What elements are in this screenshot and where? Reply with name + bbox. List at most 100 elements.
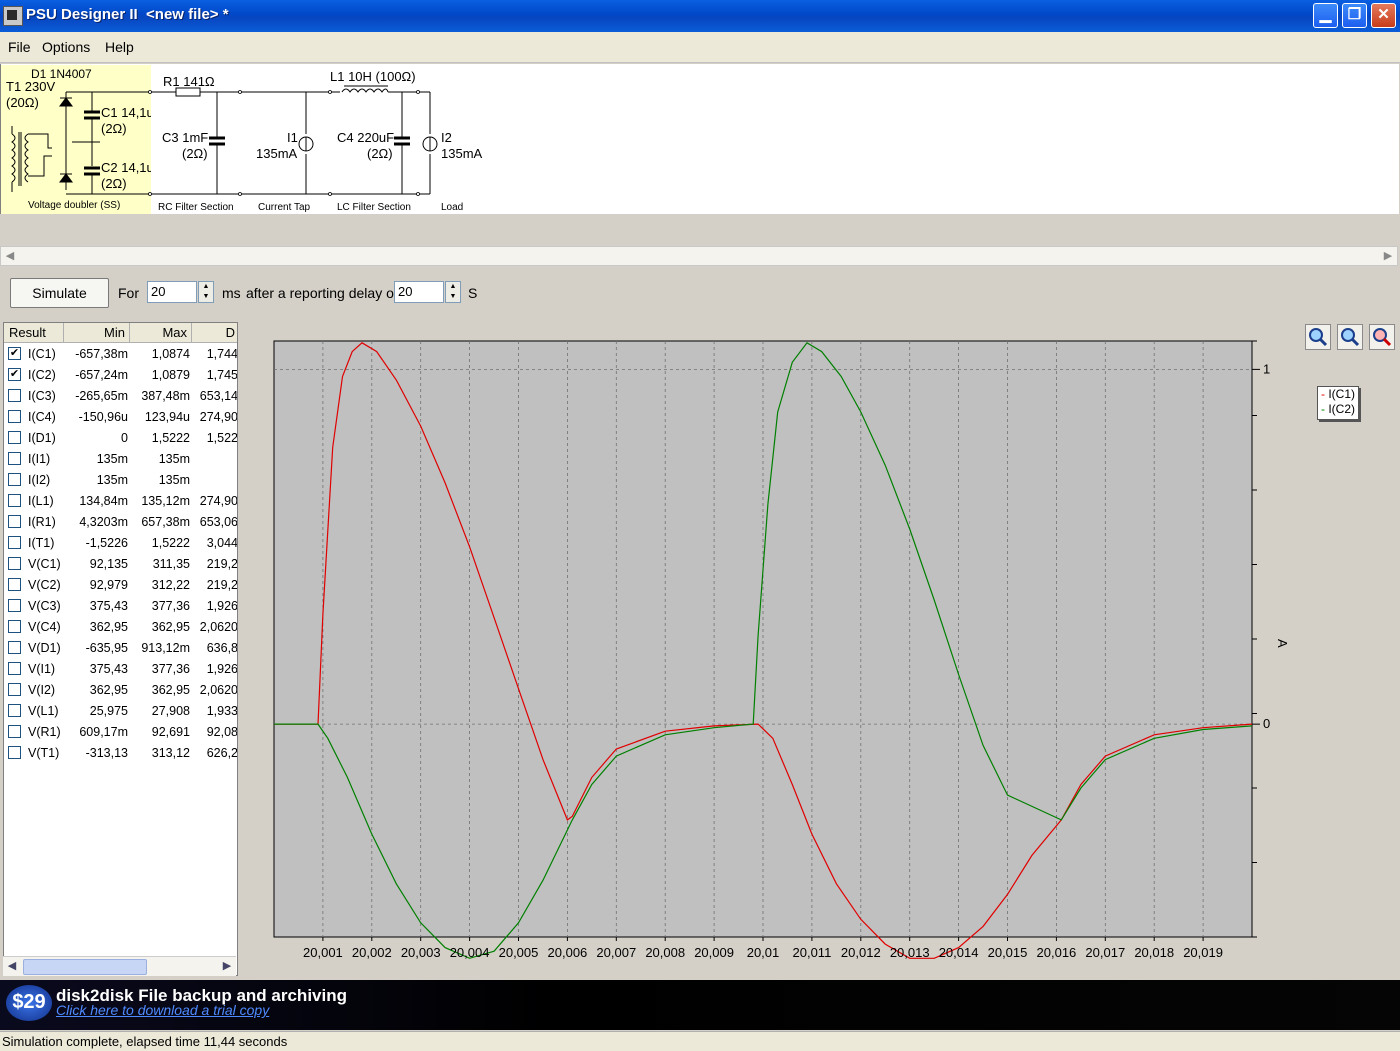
menu-file[interactable]: File <box>8 39 31 55</box>
result-min: 92,135 <box>89 557 128 571</box>
result-row[interactable]: I(C4) -150,96u 123,94u 274,90 <box>4 407 237 428</box>
result-checkbox[interactable]: ✔ <box>8 347 21 360</box>
menu-help[interactable]: Help <box>105 39 134 55</box>
result-checkbox[interactable] <box>8 704 21 717</box>
result-name: I(C3) <box>28 389 56 403</box>
result-name: V(R1) <box>28 725 61 739</box>
result-row[interactable]: V(L1) 25,975 27,908 1,933 <box>4 701 237 722</box>
result-row[interactable]: V(I1) 375,43 377,36 1,926 <box>4 659 237 680</box>
result-checkbox[interactable] <box>8 557 21 570</box>
result-checkbox[interactable] <box>8 515 21 528</box>
section-current-tap[interactable]: Current Tap <box>258 202 310 213</box>
label-t1-r: (20Ω) <box>6 95 39 110</box>
delay-stepper[interactable]: ▲ ▼ <box>445 281 461 303</box>
result-checkbox[interactable] <box>8 410 21 423</box>
section-rc-filter[interactable]: RC Filter Section <box>158 202 234 213</box>
waveform-chart[interactable]: 20,001 20,002 20,003 20,004 20,005 20,006 20,0… <box>240 322 1400 978</box>
chevron-up-icon[interactable]: ▲ <box>199 282 213 292</box>
result-row[interactable]: I(I2) 135m 135m <box>4 470 237 491</box>
chevron-down-icon[interactable]: ▼ <box>446 292 460 302</box>
result-row[interactable]: I(L1) 134,84m 135,12m 274,90 <box>4 491 237 512</box>
result-min: -265,65m <box>75 389 128 403</box>
transformer-primary <box>11 133 16 183</box>
maximize-button[interactable]: ❐ <box>1342 3 1367 28</box>
duration-stepper[interactable]: ▲ ▼ <box>198 281 214 303</box>
result-checkbox[interactable] <box>8 473 21 486</box>
result-min: 25,975 <box>89 704 128 718</box>
result-row[interactable]: V(R1) 609,17m 92,691 92,08 <box>4 722 237 743</box>
scroll-thumb[interactable] <box>23 959 147 975</box>
result-row[interactable]: V(C1) 92,135 311,35 219,2 <box>4 554 237 575</box>
result-min: -635,95 <box>85 641 128 655</box>
result-row[interactable]: V(T1) -313,13 313,12 626,2 <box>4 743 237 764</box>
result-checkbox[interactable] <box>8 578 21 591</box>
ad-download-link[interactable]: Click here to download a trial copy <box>56 1002 269 1018</box>
section-load[interactable]: Load <box>441 202 463 213</box>
delay-input[interactable]: 20 <box>394 281 444 303</box>
result-delta: 2,0620 <box>199 620 238 634</box>
result-name: V(C2) <box>28 578 61 592</box>
result-max: 1,0874 <box>151 347 190 361</box>
simulate-button[interactable]: Simulate <box>10 278 109 308</box>
result-checkbox[interactable] <box>8 746 21 759</box>
result-checkbox[interactable] <box>8 389 21 402</box>
close-button[interactable]: ✕ <box>1371 3 1396 28</box>
column-max[interactable]: Max <box>130 323 192 343</box>
result-checkbox[interactable] <box>8 494 21 507</box>
result-checkbox[interactable] <box>8 536 21 549</box>
x-tick-label: 20,001 <box>303 945 343 960</box>
chevron-down-icon[interactable]: ▼ <box>199 292 213 302</box>
result-min: -1,5226 <box>85 536 128 550</box>
results-horizontal-scrollbar[interactable]: ◀ ▶ <box>3 956 236 976</box>
scroll-right-arrow[interactable]: ▶ <box>218 957 236 975</box>
label-c1: C1 14,1u <box>101 105 151 120</box>
result-row[interactable]: I(I1) 135m 135m <box>4 449 237 470</box>
result-min: 4,3203m <box>79 515 128 529</box>
column-min[interactable]: Min <box>64 323 130 343</box>
result-row[interactable]: V(I2) 362,95 362,95 2,0620 <box>4 680 237 701</box>
ms-label: ms <box>222 285 241 301</box>
minimize-button[interactable]: ▁ <box>1313 3 1338 28</box>
results-list[interactable]: Result Min Max D ✔ I(C1) -657,38m 1,0874 1,7… <box>3 322 238 976</box>
section-lc-filter[interactable]: LC Filter Section <box>337 202 411 213</box>
chart-legend[interactable]: - I(C1) - I(C2) <box>1317 386 1359 420</box>
result-row[interactable]: V(D1) -635,95 913,12m 636,8 <box>4 638 237 659</box>
duration-input[interactable]: 20 <box>147 281 197 303</box>
scroll-left-arrow[interactable]: ◀ <box>1 247 19 265</box>
label-i1-val: 135mA <box>256 146 298 161</box>
section-voltage-doubler[interactable]: Voltage doubler (SS) <box>28 200 120 211</box>
column-d[interactable]: D <box>192 323 237 343</box>
result-name: I(C1) <box>28 347 56 361</box>
scroll-left-arrow[interactable]: ◀ <box>3 957 21 975</box>
result-row[interactable]: V(C4) 362,95 362,95 2,0620 <box>4 617 238 638</box>
result-checkbox[interactable] <box>8 662 21 675</box>
column-result[interactable]: Result <box>4 323 64 343</box>
result-checkbox[interactable] <box>8 641 21 654</box>
circuit-horizontal-scrollbar[interactable]: ◀ ▶ <box>0 246 1398 266</box>
price-badge[interactable]: $29 <box>6 985 52 1021</box>
result-row[interactable]: I(C3) -265,65m 387,48m 653,14 <box>4 386 237 407</box>
result-row[interactable]: V(C2) 92,979 312,22 219,2 <box>4 575 237 596</box>
result-name: I(R1) <box>28 515 56 529</box>
result-row[interactable]: I(T1) -1,5226 1,5222 3,044 <box>4 533 237 554</box>
result-row[interactable]: ✔ I(C2) -657,24m 1,0879 1,745 <box>4 365 237 386</box>
result-row[interactable]: I(R1) 4,3203m 657,38m 653,06 <box>4 512 237 533</box>
result-checkbox[interactable] <box>8 431 21 444</box>
result-min: 375,43 <box>89 662 128 676</box>
title-bar[interactable]: PSU Designer II <new file> * ▁ ❐ ✕ <box>0 0 1400 32</box>
result-checkbox[interactable] <box>8 599 21 612</box>
chevron-up-icon[interactable]: ▲ <box>446 282 460 292</box>
result-checkbox[interactable] <box>8 725 21 738</box>
result-max: 311,35 <box>152 557 190 571</box>
scroll-right-arrow[interactable]: ▶ <box>1379 247 1397 265</box>
result-checkbox[interactable]: ✔ <box>8 368 21 381</box>
result-row[interactable]: I(D1) 0 1,5222 1,522 <box>4 428 237 449</box>
result-row[interactable]: ✔ I(C1) -657,38m 1,0874 1,744 <box>4 344 237 365</box>
result-checkbox[interactable] <box>8 452 21 465</box>
result-max: 362,95 <box>151 683 190 697</box>
result-row[interactable]: V(C3) 375,43 377,36 1,926 <box>4 596 237 617</box>
menu-options[interactable]: Options <box>42 39 90 55</box>
result-min: -657,38m <box>75 347 128 361</box>
result-checkbox[interactable] <box>8 683 21 696</box>
result-checkbox[interactable] <box>8 620 21 633</box>
